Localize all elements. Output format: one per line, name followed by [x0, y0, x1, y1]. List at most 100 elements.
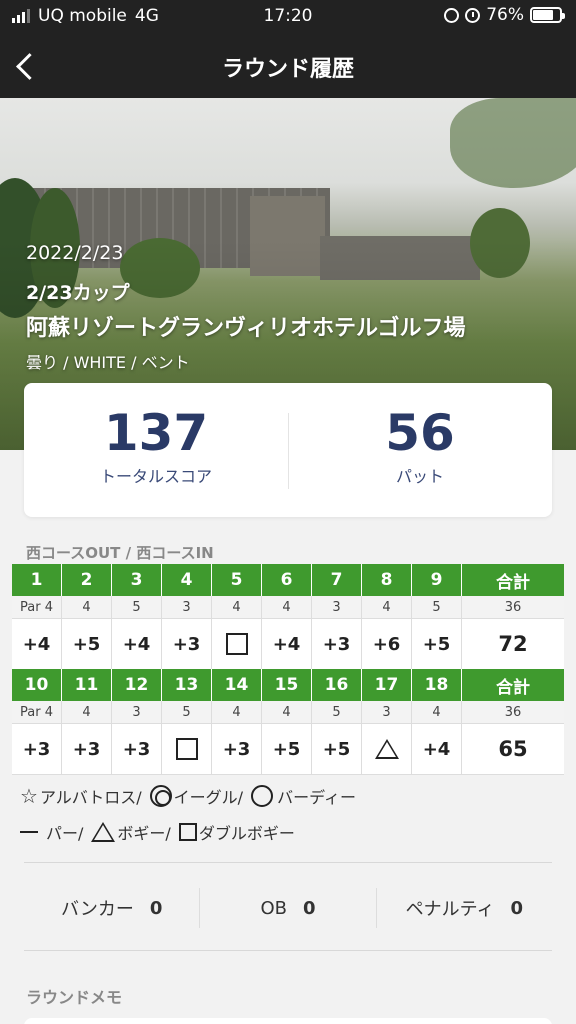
stat-penalty: ペナルティ 0	[377, 888, 552, 928]
stat-penalty-label: ペナルティ	[405, 899, 495, 920]
putts-value: 56	[385, 404, 455, 462]
scorecard-in: 10 11 12 13 14 15 16 17 18 合計 Par 4 4 3 5 4 4 5 3 4 36 +3 +…	[12, 669, 564, 775]
hole-score: +5	[262, 724, 312, 774]
legend-albatross: ☆ アルバトロス/	[20, 784, 142, 808]
score-legend-row-1: ☆ アルバトロス/ イーグル/ バーディー	[20, 784, 364, 808]
legend-par: パー/	[20, 820, 83, 844]
hole-number: 12	[112, 669, 162, 701]
status-bar: UQ mobile 4G 17:20 76%	[0, 0, 576, 34]
triangle-icon	[91, 822, 116, 842]
hole-par: 4	[62, 596, 112, 618]
dash-icon	[20, 831, 38, 833]
hole-par: 5	[312, 701, 362, 723]
round-conditions: 曇り / WHITE / ベント	[26, 353, 190, 372]
round-memo-title: ラウンドメモ	[26, 988, 123, 1007]
hole-number: 9	[412, 564, 462, 596]
star-outline-icon: ☆	[20, 784, 38, 808]
hole-score: +3	[312, 619, 362, 669]
round-memo-box[interactable]	[24, 1018, 552, 1024]
divider	[24, 862, 552, 863]
hole-score: +5	[62, 619, 112, 669]
hole-par: Par 4	[12, 701, 62, 723]
stat-ob-value: 0	[302, 897, 316, 919]
circle-icon	[251, 785, 274, 807]
scorecard-out: 1 2 3 4 5 6 7 8 9 合計 Par 4 4 5 3 4 4 3 4 5 36 +4 +5 +4 +3 +4 +3…	[12, 564, 564, 670]
score-summary-card: 137 トータルスコア 56 パット	[24, 383, 552, 517]
hole-score: +6	[362, 619, 412, 669]
hole-number: 5	[212, 564, 262, 596]
hole-score: +3	[162, 619, 212, 669]
par-total: 36	[462, 701, 564, 723]
hole-par: 4	[212, 701, 262, 723]
total-score-block: 137 トータルスコア	[24, 383, 288, 517]
result-row: +4 +5 +4 +3 +4 +3 +6 +5 72	[12, 619, 564, 670]
hole-number: 13	[162, 669, 212, 701]
hole-number: 8	[362, 564, 412, 596]
round-date: 2022/2/23	[26, 242, 124, 264]
hole-number: 18	[412, 669, 462, 701]
course-name: 阿蘇リゾートグランヴィリオホテルゴルフ場	[26, 316, 466, 341]
par-row: Par 4 4 5 3 4 4 3 4 5 36	[12, 596, 564, 619]
hole-number-row: 10 11 12 13 14 15 16 17 18 合計	[12, 669, 564, 701]
hole-number: 11	[62, 669, 112, 701]
square-icon	[178, 823, 197, 841]
hole-score: +5	[312, 724, 362, 774]
legend-birdie-label: バーディー	[277, 788, 356, 807]
hole-par: 5	[412, 596, 462, 618]
hole-par: 4	[62, 701, 112, 723]
hole-number: 3	[112, 564, 162, 596]
hole-number: 14	[212, 669, 262, 701]
square-icon	[175, 738, 198, 760]
hole-score: +4	[112, 619, 162, 669]
double-bogey-square-icon	[162, 724, 212, 774]
hole-par: 3	[312, 596, 362, 618]
hole-number: 10	[12, 669, 62, 701]
square-icon	[225, 633, 248, 655]
putts-block: 56 パット	[288, 383, 552, 517]
legend-albatross-label: アルバトロス/	[39, 788, 142, 807]
divider	[24, 950, 552, 951]
par-row: Par 4 4 3 5 4 4 5 3 4 36	[12, 701, 564, 724]
alarm-icon	[465, 7, 481, 23]
hole-score: +4	[412, 724, 462, 774]
scorecard-course-title: 西コースOUT / 西コースIN	[26, 544, 214, 562]
hole-par: 4	[262, 701, 312, 723]
legend-eagle-label: イーグル/	[173, 788, 244, 807]
par-total: 36	[462, 596, 564, 618]
hole-par: 5	[162, 701, 212, 723]
battery-fill	[533, 10, 553, 20]
hole-par: 4	[262, 596, 312, 618]
stat-penalty-value: 0	[510, 897, 524, 919]
hole-par: Par 4	[12, 596, 62, 618]
stat-ob: OB 0	[200, 888, 377, 928]
hole-score: +4	[262, 619, 312, 669]
hole-number: 2	[62, 564, 112, 596]
triangle-icon	[374, 739, 399, 759]
legend-eagle: イーグル/	[149, 784, 244, 808]
hole-number: 17	[362, 669, 412, 701]
hole-score: +3	[12, 724, 62, 774]
hole-number: 1	[12, 564, 62, 596]
app-header: ラウンド履歴	[0, 34, 576, 98]
stat-bunker-value: 0	[149, 897, 163, 919]
hole-par: 4	[412, 701, 462, 723]
hole-par: 3	[112, 701, 162, 723]
score-legend-row-2: パー/ ボギー/ ダブルボギー	[20, 820, 303, 844]
total-header: 合計	[462, 564, 564, 596]
legend-double-bogey: ダブルボギー	[178, 820, 295, 844]
hole-number: 15	[262, 669, 312, 701]
total-score-value: 137	[103, 404, 209, 462]
putts-label: パット	[395, 467, 444, 486]
round-competition: 2/23カップ	[26, 282, 130, 304]
score-total: 65	[462, 724, 564, 774]
status-bar-right: 76%	[444, 5, 565, 25]
hole-score: +3	[212, 724, 262, 774]
hole-par: 5	[112, 596, 162, 618]
hole-par: 4	[362, 596, 412, 618]
stat-bunker-label: バンカー	[60, 899, 134, 920]
stat-bunker: バンカー 0	[24, 888, 201, 928]
legend-birdie: バーディー	[251, 784, 356, 808]
stat-ob-label: OB	[260, 897, 287, 919]
page-title: ラウンド履歴	[221, 57, 354, 82]
hole-number: 7	[312, 564, 362, 596]
